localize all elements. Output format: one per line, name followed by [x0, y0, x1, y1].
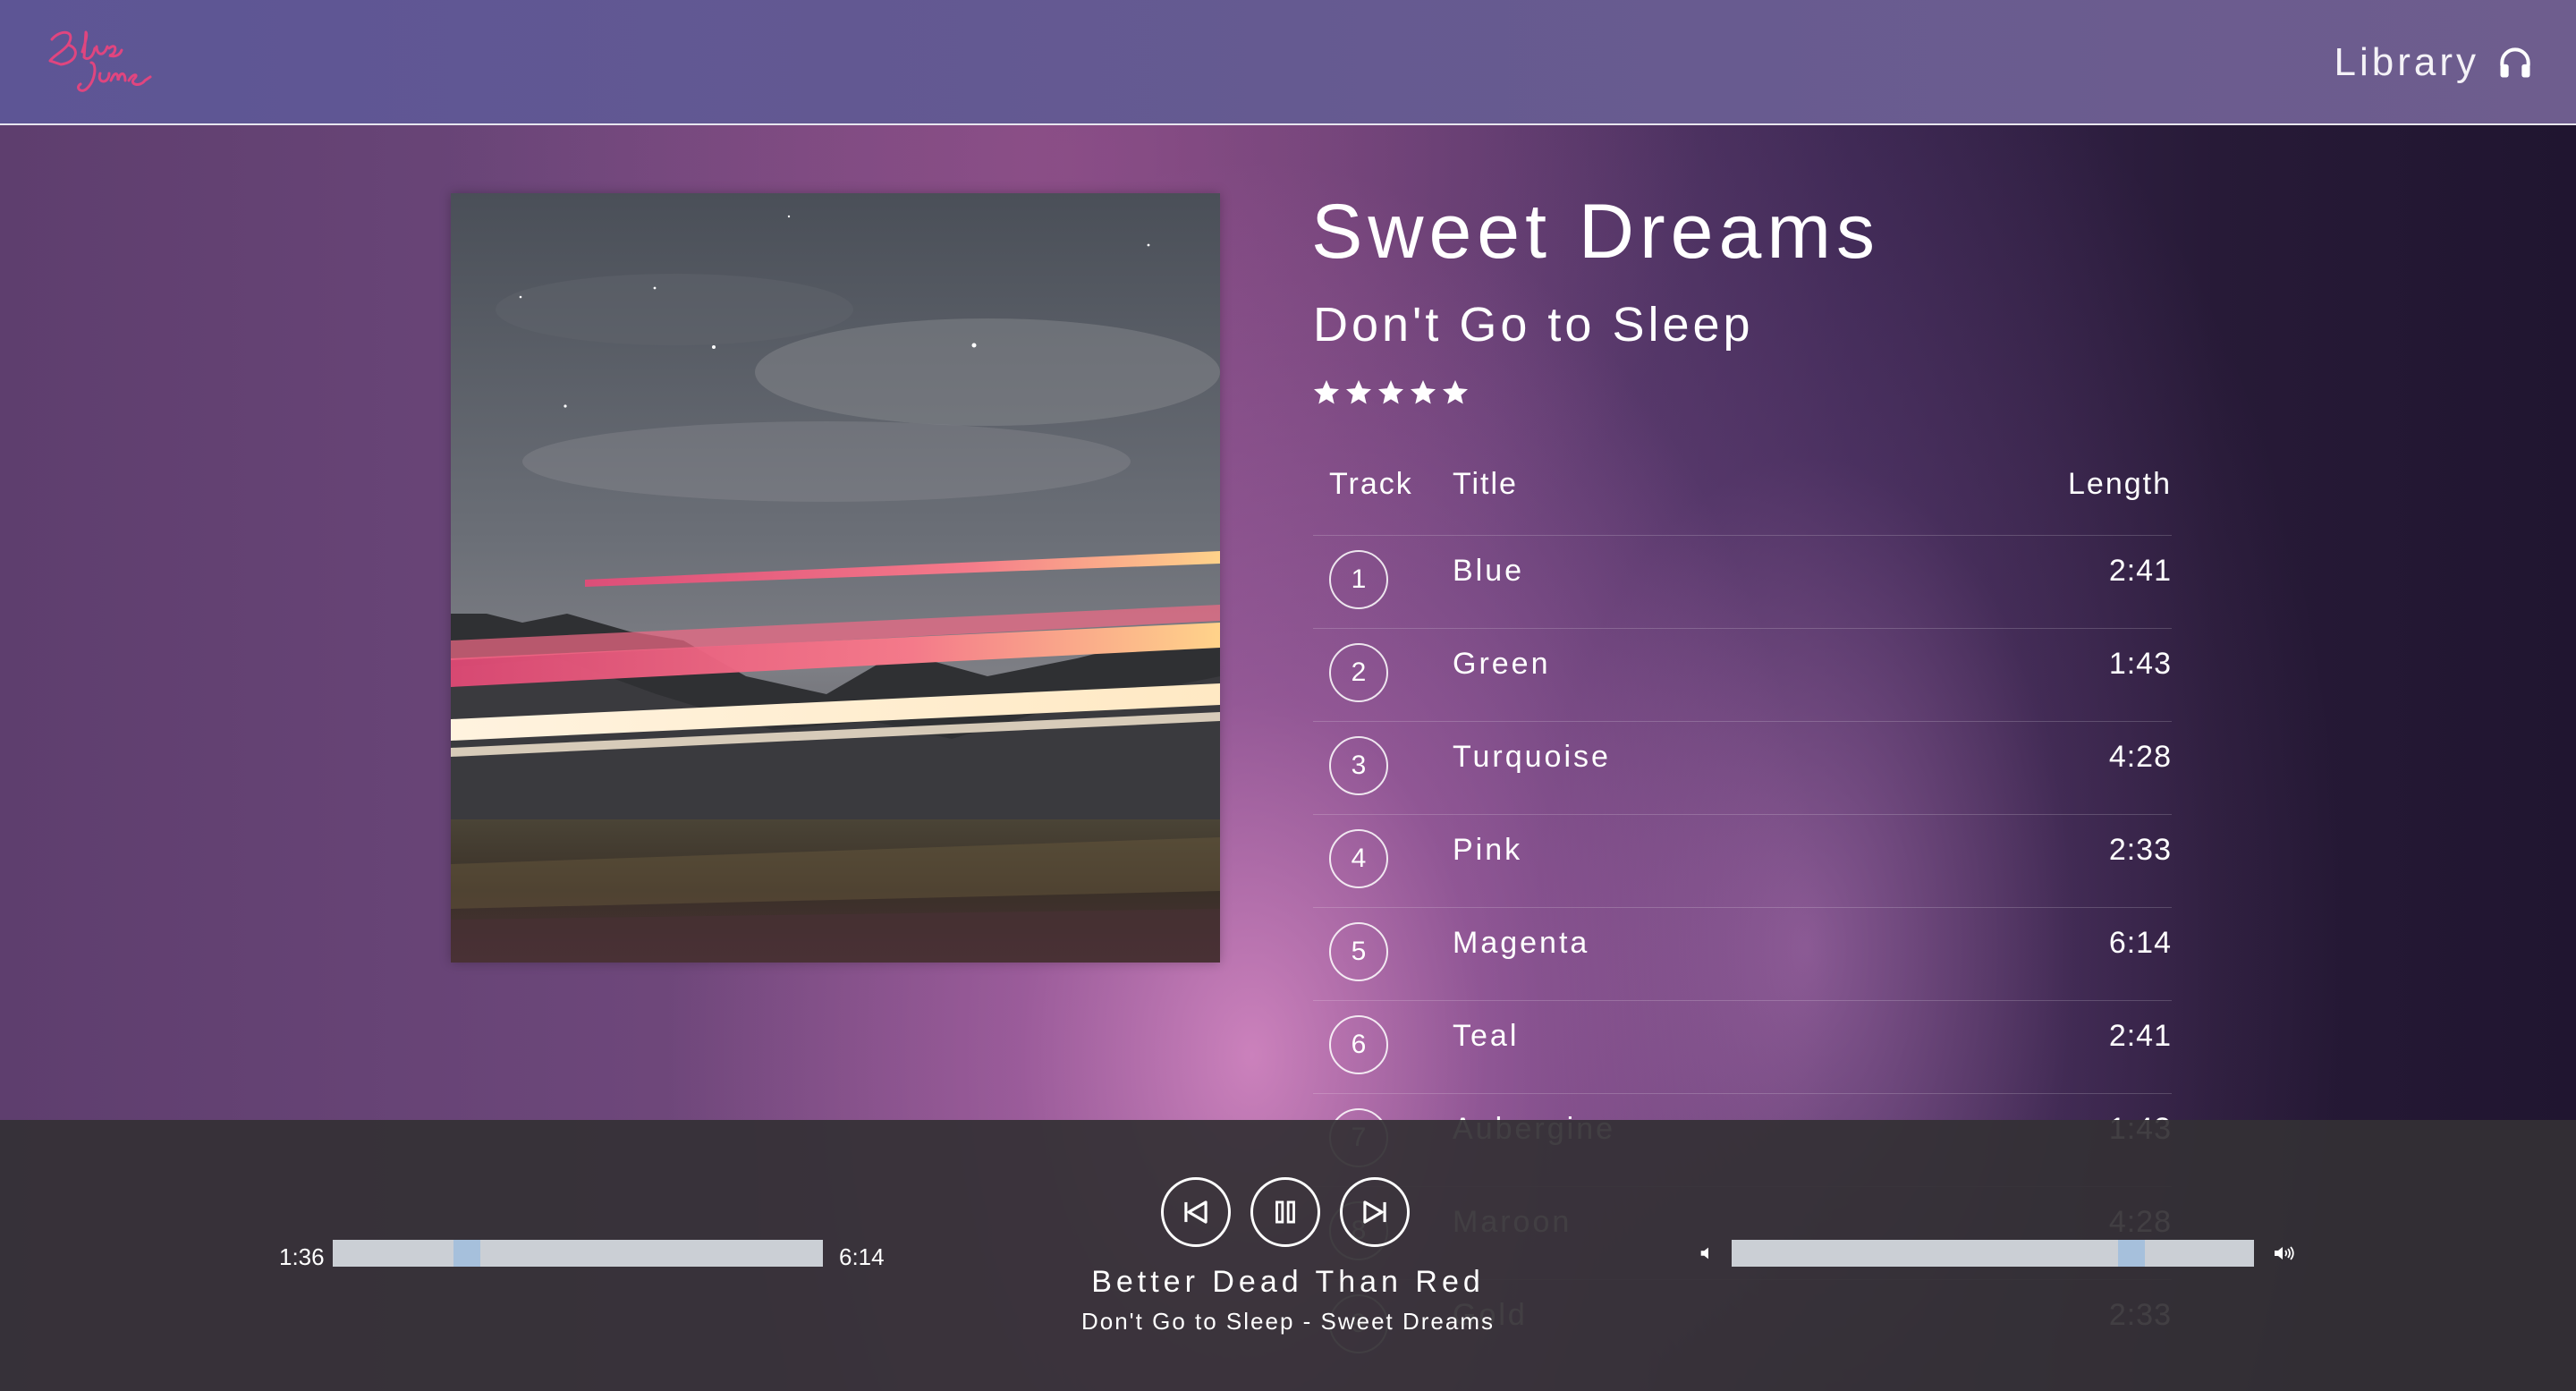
track-title: Green [1453, 647, 1551, 681]
volume-handle[interactable] [2118, 1240, 2145, 1267]
previous-button[interactable] [1161, 1177, 1231, 1247]
track-number: 2 [1329, 643, 1388, 702]
playback-controls [1161, 1177, 1410, 1247]
track-title: Pink [1453, 833, 1523, 867]
pause-icon [1275, 1200, 1295, 1224]
track-number: 3 [1329, 736, 1388, 795]
column-header-track: Track [1329, 467, 1413, 501]
track-row[interactable]: 2 Green 1:43 [1313, 628, 2172, 721]
album-artist: Don't Go to Sleep [1313, 298, 1754, 352]
track-title: Turquoise [1453, 740, 1611, 774]
track-number: 5 [1329, 922, 1388, 981]
column-header-length: Length [2068, 467, 2172, 501]
pause-button[interactable] [1250, 1177, 1320, 1247]
next-button[interactable] [1340, 1177, 1410, 1247]
current-time: 1:36 [279, 1243, 325, 1270]
track-title: Magenta [1453, 926, 1590, 960]
total-time: 6:14 [839, 1243, 885, 1270]
library-nav-link[interactable]: Library [2334, 38, 2536, 88]
library-label: Library [2334, 40, 2479, 84]
track-row[interactable]: 1 Blue 2:41 [1313, 535, 2172, 628]
album-title: Sweet Dreams [1311, 189, 1880, 275]
track-row[interactable]: 5 Magenta 6:14 [1313, 907, 2172, 1000]
track-row[interactable]: 3 Turquoise 4:28 [1313, 721, 2172, 814]
track-length: 2:41 [2108, 1019, 2172, 1053]
track-title: Teal [1453, 1019, 1520, 1053]
previous-icon [1184, 1200, 1208, 1224]
player-bar: 1:36 6:14 Better Dead Than Red Don't Go … [0, 1120, 2576, 1391]
star-icon[interactable] [1410, 379, 1436, 406]
track-table-header: Track Title Length [1313, 460, 2172, 535]
track-length: 1:43 [2108, 647, 2172, 681]
top-bar: Library [0, 0, 2576, 125]
track-number: 6 [1329, 1015, 1388, 1074]
track-row[interactable]: 4 Pink 2:33 [1313, 814, 2172, 907]
progress-slider[interactable] [333, 1240, 823, 1267]
track-length: 6:14 [2108, 926, 2172, 960]
star-icon[interactable] [1377, 379, 1404, 406]
headphones-icon [2500, 47, 2530, 78]
now-playing-title: Better Dead Than Red [1091, 1265, 1485, 1299]
brand-logo[interactable] [41, 21, 157, 102]
star-icon[interactable] [1442, 379, 1469, 406]
track-length: 2:33 [2108, 833, 2172, 867]
track-length: 4:28 [2108, 740, 2172, 774]
volume-low-icon[interactable] [1698, 1243, 1717, 1263]
now-playing-subtitle: Don't Go to Sleep - Sweet Dreams [1080, 1308, 1496, 1335]
track-number: 4 [1329, 829, 1388, 888]
track-row[interactable]: 6 Teal 2:41 [1313, 1000, 2172, 1093]
album-cover [451, 193, 1220, 963]
star-icon[interactable] [1313, 379, 1340, 406]
progress-handle[interactable] [453, 1240, 480, 1267]
volume-high-icon[interactable] [2272, 1242, 2297, 1265]
track-title: Blue [1453, 554, 1525, 588]
volume-slider[interactable] [1732, 1240, 2254, 1267]
next-icon [1363, 1200, 1386, 1224]
column-header-title: Title [1453, 467, 1518, 501]
star-rating[interactable] [1313, 379, 1469, 406]
track-number: 1 [1329, 550, 1388, 609]
star-icon[interactable] [1345, 379, 1372, 406]
track-length: 2:41 [2108, 554, 2172, 588]
